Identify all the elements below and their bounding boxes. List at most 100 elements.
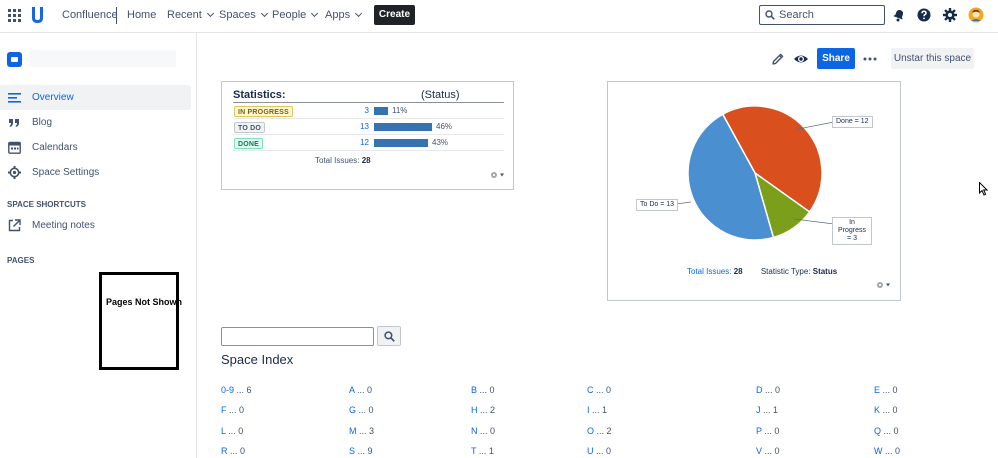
create-button[interactable]: Create	[374, 5, 415, 25]
space-index-entry: F ... 0	[221, 405, 244, 415]
search-box[interactable]	[759, 5, 885, 25]
sidebar-item-calendars[interactable]: Calendars	[0, 135, 191, 160]
space-index-letter-link[interactable]: G	[349, 405, 356, 415]
chevron-down-icon	[260, 9, 268, 18]
space-index-entry: U ... 0	[587, 446, 611, 456]
total-value: 28	[361, 156, 371, 165]
space-index-entry: D ... 0	[756, 385, 780, 395]
macro-options-icon[interactable]	[490, 171, 506, 179]
separator: ...	[476, 446, 489, 456]
sidebar-item-space-settings[interactable]: Space Settings	[0, 160, 191, 185]
space-index-entry: O ... 2	[587, 426, 612, 436]
search-input[interactable]	[779, 8, 879, 22]
space-avatar-icon[interactable]	[7, 52, 22, 67]
pie-slice-label: Done = 12	[832, 116, 873, 128]
space-index-entry: C ... 0	[587, 385, 611, 395]
nav-apps-label: Apps	[325, 9, 351, 21]
pie-total-label: Total Issues:	[687, 267, 732, 276]
search-icon	[765, 10, 775, 20]
pie-label-leader	[797, 121, 835, 130]
statistics-panel: Statistics: (Status) IN PROGRESS 3 11% TO D…	[221, 81, 514, 190]
space-index-search-input[interactable]	[221, 327, 374, 346]
calendar-icon	[8, 141, 21, 154]
product-name[interactable]: Confluence	[62, 9, 118, 21]
space-index-entry: T ... 1	[471, 446, 494, 456]
pages-heading: PAGES	[7, 256, 35, 265]
space-index-count: 9	[367, 446, 373, 456]
status-lozenge: TO DO	[234, 122, 266, 133]
space-index-count: 0	[368, 405, 374, 415]
settings-icon[interactable]	[942, 7, 958, 23]
space-index-entry: K ... 0	[874, 405, 898, 415]
status-count-link[interactable]: 3	[349, 106, 369, 115]
space-index-entry: A ... 0	[349, 385, 372, 395]
separator: ...	[477, 385, 490, 395]
space-index-count: 0	[606, 385, 612, 395]
separator: ...	[477, 405, 491, 415]
space-index-count: 1	[488, 446, 494, 456]
sidebar-item-blog[interactable]: Blog	[0, 110, 191, 135]
external-link-icon	[8, 219, 21, 232]
space-index-entry: B ... 0	[471, 385, 495, 395]
space-index-letter-link[interactable]: W	[874, 446, 883, 456]
macro-options-icon[interactable]	[876, 281, 892, 289]
status-lozenge: IN PROGRESS	[234, 106, 293, 117]
notifications-icon[interactable]	[891, 7, 907, 23]
statistics-subtitle: (Status)	[421, 89, 460, 101]
search-icon	[384, 331, 395, 342]
status-bar	[374, 107, 388, 115]
divider	[233, 102, 504, 103]
nav-apps[interactable]: Apps	[325, 9, 363, 21]
space-index-count: 0	[775, 385, 781, 395]
user-avatar-icon[interactable]	[968, 7, 984, 23]
space-index-count: 0	[240, 446, 246, 456]
space-index-count: 1	[602, 405, 608, 415]
space-index-letter-link[interactable]: Q	[874, 426, 881, 436]
confluence-logo-icon[interactable]	[31, 7, 44, 23]
nav-recent-label: Recent	[167, 9, 202, 21]
space-index-letter-link[interactable]: 0-9	[221, 385, 234, 395]
status-count-link[interactable]: 13	[349, 122, 369, 131]
separator: ...	[354, 385, 368, 395]
separator: ...	[880, 385, 893, 395]
status-lozenge: DONE	[234, 138, 264, 149]
space-index-count: 1	[773, 405, 779, 415]
separator: ...	[593, 385, 607, 395]
pages-placeholder-text: Pages Not Shown	[106, 297, 183, 307]
status-count-link[interactable]: 12	[349, 138, 369, 147]
statistics-row: DONE 12 43%	[233, 137, 504, 151]
space-index-entry: R ... 0	[221, 446, 245, 456]
space-index-count: 0	[606, 446, 612, 456]
space-index-entry: G ... 0	[349, 405, 374, 415]
space-name[interactable]	[30, 50, 176, 67]
app-switcher-icon[interactable]	[8, 9, 21, 22]
space-index-count: 0	[774, 446, 780, 456]
space-index-count: 3	[369, 426, 375, 436]
nav-people[interactable]: People	[272, 9, 319, 21]
nav-spaces[interactable]: Spaces	[219, 9, 268, 21]
watch-icon[interactable]	[793, 51, 809, 67]
sidebar-item-overview[interactable]: Overview	[0, 85, 191, 110]
space-index-search-button[interactable]	[377, 326, 401, 346]
space-index-count: 0	[895, 446, 901, 456]
space-index-count: 0	[238, 426, 244, 436]
total-label: Total Issues:	[315, 156, 360, 165]
space-index-letter-link[interactable]: O	[587, 426, 594, 436]
space-index-letter-link[interactable]: M	[349, 426, 357, 436]
sidebar-item-meeting-notes[interactable]: Meeting notes	[0, 213, 191, 238]
separator: ...	[356, 405, 369, 415]
edit-icon[interactable]	[770, 51, 786, 67]
space-index-count: 2	[606, 426, 612, 436]
pie-chart-panel: Total Issues: 28 Statistic Type: Status …	[607, 81, 901, 301]
more-icon[interactable]	[862, 51, 878, 67]
share-button[interactable]: Share	[817, 48, 855, 69]
space-index-count: 0	[489, 385, 495, 395]
chevron-down-icon	[206, 9, 214, 18]
nav-recent[interactable]: Recent	[167, 9, 214, 21]
pie-footer: Total Issues: 28 Statistic Type: Status	[687, 267, 837, 276]
unstar-space-button[interactable]: Unstar this space	[891, 48, 974, 69]
space-index-count: 0	[239, 405, 245, 415]
help-icon[interactable]	[916, 7, 932, 23]
space-index-count: 0	[892, 405, 898, 415]
nav-home[interactable]: Home	[127, 9, 156, 21]
